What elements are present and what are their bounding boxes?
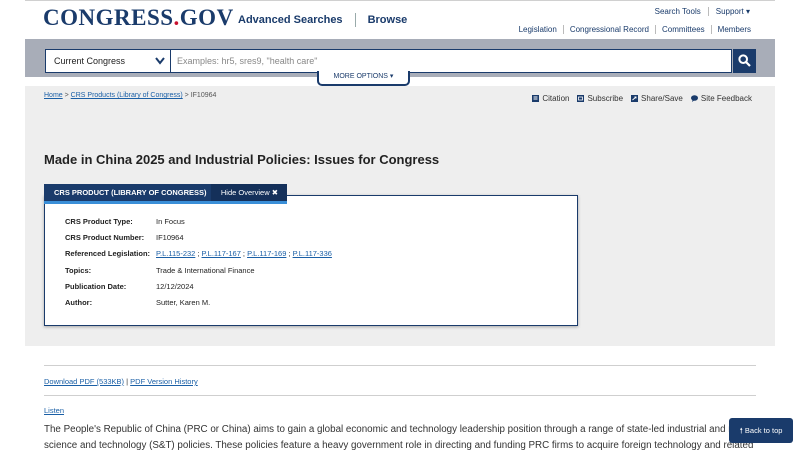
feedback-icon [690,95,698,102]
row-key: Publication Date: [65,282,127,291]
legislation-link[interactable]: P.L.115-232 [156,249,195,258]
overview-row-product-type: CRS Product Type: In Focus [65,217,185,226]
subscribe-label: Subscribe [587,94,624,103]
overview-row-topics: Topics: Trade & International Finance [65,266,255,275]
nav-advanced-searches[interactable]: Advanced Searches [238,14,343,26]
search-input[interactable]: Examples: hr5, sres9, "health care" [171,49,732,73]
body-line: The People's Republic of China (PRC or C… [44,424,756,435]
section-links: Legislation Congressional Record Committ… [513,25,757,34]
main-nav: Advanced Searches Browse [238,13,407,27]
share-icon [631,95,639,102]
utility-links: Search Tools Support ▾ [648,7,757,16]
row-key: Author: [65,298,93,307]
legislation-link[interactable]: Legislation [513,25,563,34]
citation-label: Citation [542,94,570,103]
hide-overview-button[interactable]: Hide Overview ✖ [210,184,287,201]
top-divider [25,0,775,1]
row-key: Referenced Legislation: [65,249,151,258]
more-options-button[interactable]: MORE OPTIONS ▾ [317,71,410,86]
row-value: In Focus [156,217,185,226]
chevron-down-icon [155,57,165,65]
support-menu[interactable]: Support ▾ [707,7,757,16]
citation-tool[interactable]: Citation [532,94,569,103]
breadcrumb-home[interactable]: Home [44,92,63,99]
search-tools-link[interactable]: Search Tools [648,7,708,16]
pdf-links: Download PDF (533KB) | PDF Version Histo… [44,377,198,386]
legislation-sep: ; [242,249,245,258]
row-value: IF10964 [156,233,184,242]
logo-text-main: CONGRESS [43,5,174,30]
search-placeholder: Examples: hr5, sres9, "health care" [177,56,318,66]
divider [44,395,756,396]
listen-link[interactable]: Listen [44,406,64,415]
report-body: The People's Republic of China (PRC or C… [44,422,756,454]
breadcrumb: Home > CRS Products (Library of Congress… [44,92,216,99]
quote-icon [532,95,540,102]
site-feedback-label: Site Feedback [700,94,752,103]
breadcrumb-crs-products[interactable]: CRS Products (Library of Congress) [71,92,183,99]
committees-link[interactable]: Committees [654,25,711,34]
row-key: Topics: [65,266,92,275]
breadcrumb-sep: > [182,92,191,99]
row-key: CRS Product Number: [65,233,145,242]
overview-row-product-number: CRS Product Number: IF10964 [65,233,184,242]
listen-container: Listen [44,406,64,415]
scope-select-value: Current Congress [54,56,126,66]
site-feedback-tool[interactable]: Site Feedback [690,94,752,103]
pdf-version-history-link[interactable]: PDF Version History [130,377,198,386]
breadcrumb-current: IF10964 [190,92,217,99]
overview-row-legislation: Referenced Legislation: P.L.115-232; P.L… [65,249,334,258]
download-pdf-link[interactable]: Download PDF (533KB) [44,377,124,386]
subscribe-icon [577,95,585,102]
search-button[interactable] [733,49,756,73]
scope-select[interactable]: Current Congress [45,49,171,73]
page-tools: Citation Subscribe Share/Save Site Feedb… [524,94,752,103]
search-icon [738,54,751,67]
overview-row-author: Author: Sutter, Karen M. [65,298,210,307]
row-value: Sutter, Karen M. [156,298,211,307]
nav-divider [354,13,356,27]
row-value: 12/12/2024 [156,282,194,291]
legislation-link[interactable]: P.L.117-169 [247,249,286,258]
breadcrumb-sep: > [62,92,71,99]
members-link[interactable]: Members [710,25,757,34]
overview-tab: CRS PRODUCT (LIBRARY OF CONGRESS) Hide O… [44,184,287,204]
overview-card: CRS Product Type: In Focus CRS Product N… [44,195,578,326]
back-to-top-button[interactable]: 🠕 Back to top [729,418,793,443]
overview-tab-label: CRS PRODUCT (LIBRARY OF CONGRESS) [54,188,207,197]
legislation-link[interactable]: P.L.117-167 [202,249,241,258]
subscribe-tool[interactable]: Subscribe [577,94,623,103]
divider [44,365,756,366]
legislation-link[interactable]: P.L.117-336 [293,249,332,258]
page-title: Made in China 2025 and Industrial Polici… [44,152,440,167]
legislation-list: P.L.115-232; P.L.117-167; P.L.117-169; P… [156,249,334,258]
legislation-sep: ; [197,249,200,258]
row-value: Trade & International Finance [156,266,255,275]
nav-browse[interactable]: Browse [368,14,408,26]
site-header: CONGRESS.GOV Advanced Searches Browse Se… [0,0,800,40]
row-key: CRS Product Type: [65,217,133,226]
overview-row-publication-date: Publication Date: 12/12/2024 [65,282,194,291]
body-line: science and technology (S&T) policies. T… [44,440,754,451]
share-save-tool[interactable]: Share/Save [631,94,683,103]
logo-text-suffix: GOV [179,5,234,30]
share-save-label: Share/Save [641,94,683,103]
back-to-top-label: Back to top [744,426,783,435]
congressional-record-link[interactable]: Congressional Record [562,25,655,34]
legislation-sep: ; [288,249,291,258]
congress-gov-logo[interactable]: CONGRESS.GOV [43,5,234,31]
arrow-up-icon: 🠕 [739,426,743,435]
